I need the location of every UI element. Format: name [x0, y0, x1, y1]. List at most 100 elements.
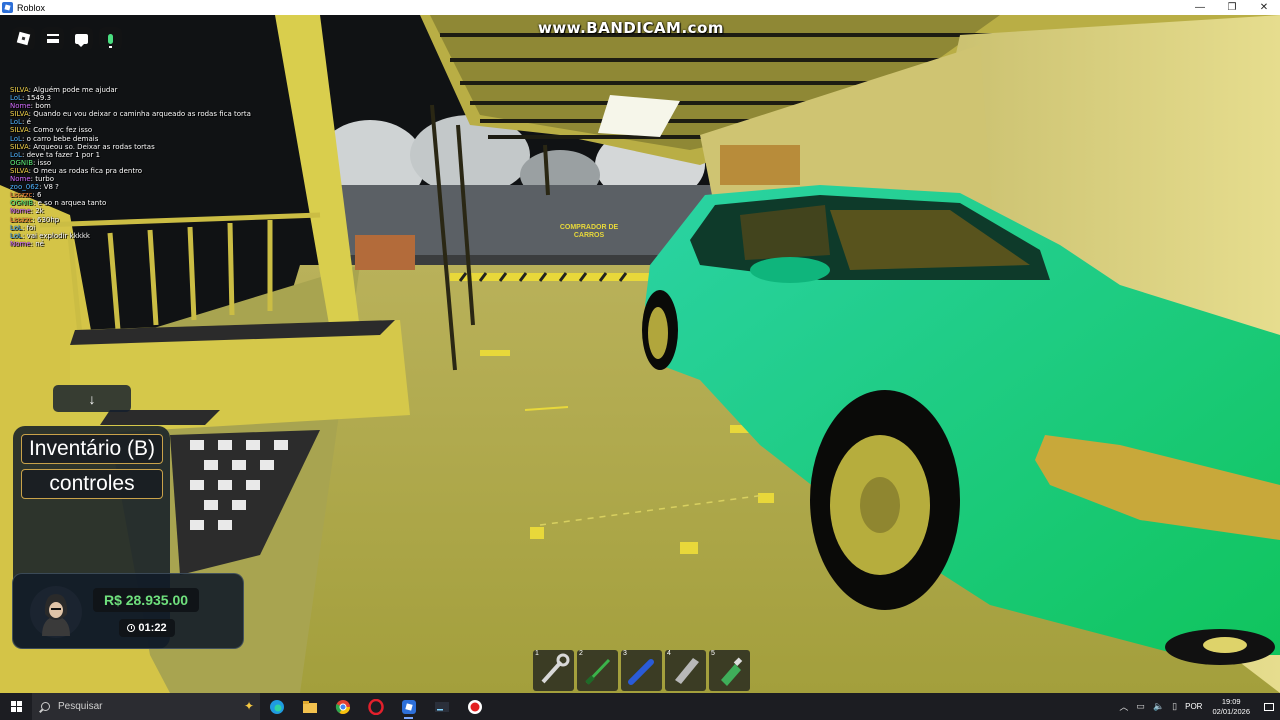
terminal-icon — [434, 701, 449, 712]
terminal-app[interactable] — [425, 693, 458, 720]
start-button[interactable] — [0, 693, 32, 720]
chat-text: né — [35, 239, 44, 248]
chat-text: bom — [35, 102, 51, 111]
chat-username: Nome — [10, 207, 31, 216]
edge-app[interactable] — [260, 693, 293, 720]
sign-line-2: CARROS — [574, 232, 605, 239]
windows-taskbar: Pesquisar ✦ ︿ ▭ 🔈 ▯ POR 19:09 02/01/2026 — [0, 693, 1280, 720]
file-explorer-app[interactable] — [293, 693, 326, 720]
hotbar-slot-2[interactable]: 2 — [577, 650, 618, 691]
edge-icon — [269, 699, 284, 714]
timer-value: 01:22 — [138, 622, 167, 634]
chat-message: SILVA: Quando eu vou deixar o caminha ar… — [10, 110, 310, 118]
roblox-taskbar-icon — [401, 699, 416, 714]
search-icon — [41, 702, 50, 711]
chrome-icon — [335, 699, 350, 714]
player-card: R$ 28.935.00 01:22 — [12, 573, 244, 649]
chat-username: Nome — [10, 239, 31, 248]
roblox-menu-button[interactable] — [12, 27, 35, 50]
window-titlebar: Roblox — ❐ ✕ — [0, 0, 1280, 15]
chat-text: 1549.3 — [26, 94, 52, 103]
down-arrow-icon: ↓ — [88, 390, 96, 407]
chat-username: Nome — [10, 102, 31, 111]
chat-message: Nome: 2k — [10, 207, 310, 215]
language-indicator[interactable]: POR — [1185, 702, 1202, 711]
chevron-up-icon[interactable]: ︿ — [1119, 700, 1128, 713]
chat-button[interactable] — [70, 27, 93, 50]
menu-icon — [46, 34, 59, 43]
collapse-button[interactable]: ↓ — [53, 385, 131, 412]
chat-text: 2k — [35, 207, 44, 216]
chat-text: deve ta fazer 1 por 1 — [26, 150, 101, 159]
chat-username: LoL — [10, 134, 22, 143]
controls-button[interactable]: controles — [21, 469, 163, 499]
chat-username: SILVA — [10, 126, 29, 135]
chat-message: LoL: o carro bebe demais — [10, 135, 310, 143]
chat-username: Nome — [10, 175, 31, 184]
hotbar-slot-1[interactable]: 1 — [533, 650, 574, 691]
clock-icon — [127, 624, 136, 632]
folder-icon — [302, 700, 317, 713]
chat-message: SILVA: Arqueou so. Deixar as rodas torta… — [10, 143, 310, 151]
hotbar-slot-4[interactable]: 4 — [665, 650, 706, 691]
chat-message: Nome: turbo — [10, 175, 310, 183]
minimize-button[interactable]: — — [1184, 0, 1216, 15]
windows-logo-icon — [10, 701, 22, 712]
timer-display: 01:22 — [119, 619, 175, 637]
screwdriver-icon — [585, 658, 611, 685]
voice-button[interactable] — [99, 27, 122, 50]
notifications-button[interactable] — [1258, 693, 1280, 720]
sign-line-1: COMPRADOR DE — [560, 224, 619, 231]
blue-tool-icon — [628, 659, 654, 685]
hotbar-slot-5[interactable]: 5 — [709, 650, 750, 691]
opera-icon — [367, 698, 384, 715]
battery-icon[interactable]: ▯ — [1172, 701, 1177, 712]
chat-message: Lsszzc: 630hp — [10, 216, 310, 224]
game-viewport[interactable]: COMPRADOR DE CARROS www.BANDICAM.com SIL… — [0, 15, 1280, 693]
window-title: Roblox — [17, 2, 46, 13]
chat-text: V8 ? — [43, 183, 59, 192]
chat-text: o carro bebe demais — [26, 134, 99, 143]
menu-button[interactable] — [41, 27, 64, 50]
roblox-app-icon — [2, 2, 13, 13]
roblox-app[interactable] — [392, 693, 425, 720]
chat-message: LoL: vai explodir kkkkk — [10, 232, 310, 240]
chat-username: SILVA — [10, 142, 29, 151]
roblox-logo-icon — [16, 31, 31, 46]
clock-date: 02/01/2026 — [1212, 706, 1250, 716]
taskbar-clock[interactable]: 19:09 02/01/2026 — [1212, 697, 1250, 717]
chat-message: SILVA: Como vc fez isso — [10, 126, 310, 134]
chat-username: SILVA — [10, 86, 29, 94]
clock-time: 19:09 — [1221, 696, 1241, 706]
inventory-button[interactable]: Inventário (B) — [21, 434, 163, 464]
chat-username: LoL — [10, 150, 22, 159]
chat-log: SILVA: Alguém pode me ajudar LoL: 1549.3 N… — [10, 86, 310, 248]
hotbar-slot-3[interactable]: 3 — [621, 650, 662, 691]
chat-message: LoL: deve ta fazer 1 por 1 — [10, 151, 310, 159]
chat-message: OGNIB: e so n arquea tanto — [10, 199, 310, 207]
chat-text: e so n arquea tanto — [37, 199, 107, 208]
maximize-button[interactable]: ❐ — [1216, 0, 1248, 15]
chat-text: Arqueou so. Deixar as rodas tortas — [33, 142, 155, 151]
chat-text: foi — [26, 223, 36, 232]
network-icon[interactable]: ▭ — [1136, 701, 1145, 712]
chat-username: Lsszzc — [10, 215, 33, 224]
chat-username: LoL — [10, 231, 22, 240]
chat-message: Nome: né — [10, 240, 310, 248]
chat-text: Como vc fez isso — [33, 126, 93, 135]
opera-app[interactable] — [359, 693, 392, 720]
taskbar-search[interactable]: Pesquisar ✦ — [32, 693, 260, 720]
chrome-app[interactable] — [326, 693, 359, 720]
bandicam-app[interactable] — [458, 693, 491, 720]
close-button[interactable]: ✕ — [1248, 0, 1280, 15]
spray-bottle-icon — [721, 657, 743, 686]
volume-icon[interactable]: 🔈 — [1153, 701, 1164, 712]
chat-text: Quando eu vou deixar o caminha arqueado … — [33, 110, 251, 119]
chat-username: LoL — [10, 223, 22, 232]
chat-username: SILVA — [10, 166, 29, 175]
chat-message: LoL: 1549.3 — [10, 94, 310, 102]
chat-text: vai explodir kkkkk — [26, 231, 90, 240]
avatar — [30, 586, 82, 638]
bandicam-watermark: www.BANDICAM.com — [538, 19, 725, 37]
chat-message: SILVA: O meu as rodas fica pra dentro — [10, 167, 310, 175]
